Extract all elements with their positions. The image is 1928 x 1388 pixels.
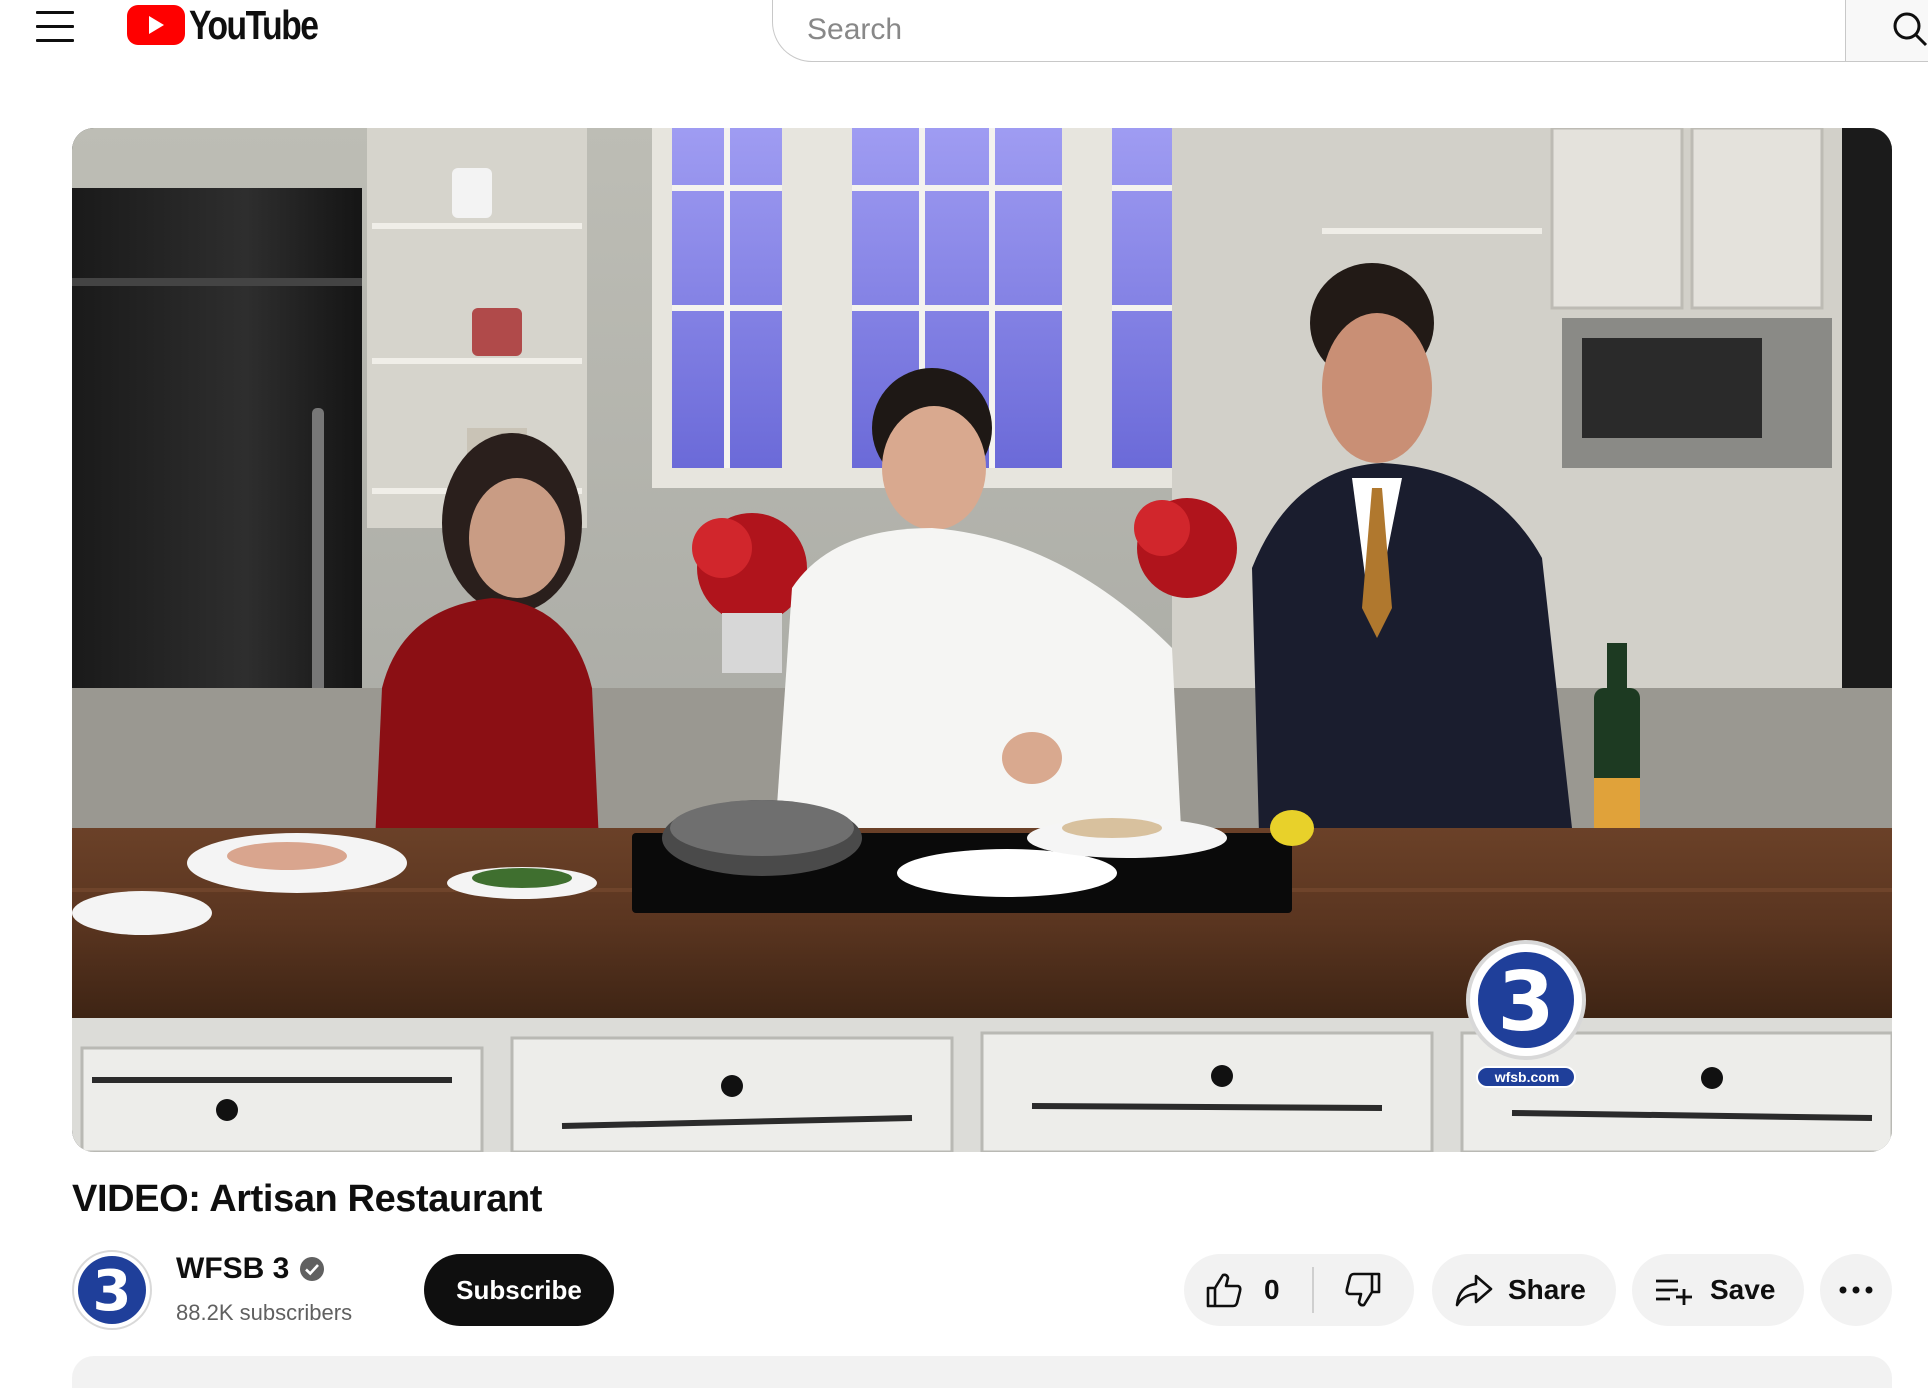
verified-check-icon <box>300 1257 325 1281</box>
youtube-wordmark: YouTube <box>189 1 319 48</box>
youtube-logo[interactable]: YouTube <box>127 2 346 48</box>
channel-avatar[interactable]: 3 <box>72 1250 152 1330</box>
description-box[interactable] <box>72 1356 1892 1388</box>
like-count: 0 <box>1264 1274 1280 1305</box>
dislike-button[interactable] <box>1314 1254 1412 1326</box>
video-frame: 3 <box>72 128 1892 1152</box>
search-button[interactable] <box>1845 0 1928 62</box>
share-button[interactable]: Share <box>1432 1254 1616 1326</box>
save-button[interactable]: Save <box>1632 1254 1804 1326</box>
youtube-watch-page: YouTube Search 3 wfsb.com VIDEO: Artisan… <box>0 0 1928 1388</box>
like-button[interactable]: 0 <box>1184 1254 1312 1326</box>
share-label: Share <box>1508 1274 1586 1305</box>
svg-text:3: 3 <box>93 1259 132 1324</box>
search-input[interactable] <box>807 13 1846 47</box>
wfsb-overlay-text: wfsb.com <box>1494 1069 1560 1085</box>
subscriber-count: 88.2K subscribers <box>176 1300 353 1325</box>
thumbs-down-icon <box>1345 1272 1381 1307</box>
save-label: Save <box>1710 1274 1776 1305</box>
youtube-play-icon <box>127 5 185 45</box>
add-to-playlist-icon <box>1656 1279 1692 1305</box>
search-icon <box>1893 12 1928 47</box>
masthead: YouTube <box>0 0 1928 72</box>
channel-name[interactable]: WFSB 3 <box>176 1252 325 1286</box>
video-title: VIDEO: Artisan Restaurant <box>72 1178 543 1220</box>
channel-3-logo: 3 <box>78 1256 146 1324</box>
thumbs-up-icon <box>1206 1273 1242 1308</box>
more-actions-button[interactable] <box>1820 1254 1892 1326</box>
more-horizontal-icon <box>1839 1286 1873 1294</box>
video-player[interactable]: 3 wfsb.com <box>72 128 1892 1152</box>
svg-text:3: 3 <box>1497 955 1554 1050</box>
search-box <box>772 0 1846 62</box>
channel-name-text: WFSB 3 <box>176 1252 290 1285</box>
subscribe-button[interactable]: Subscribe <box>424 1254 614 1326</box>
hamburger-menu-icon[interactable] <box>36 6 76 46</box>
like-dislike-group: 0 <box>1184 1254 1414 1326</box>
share-arrow-icon <box>1455 1274 1493 1307</box>
